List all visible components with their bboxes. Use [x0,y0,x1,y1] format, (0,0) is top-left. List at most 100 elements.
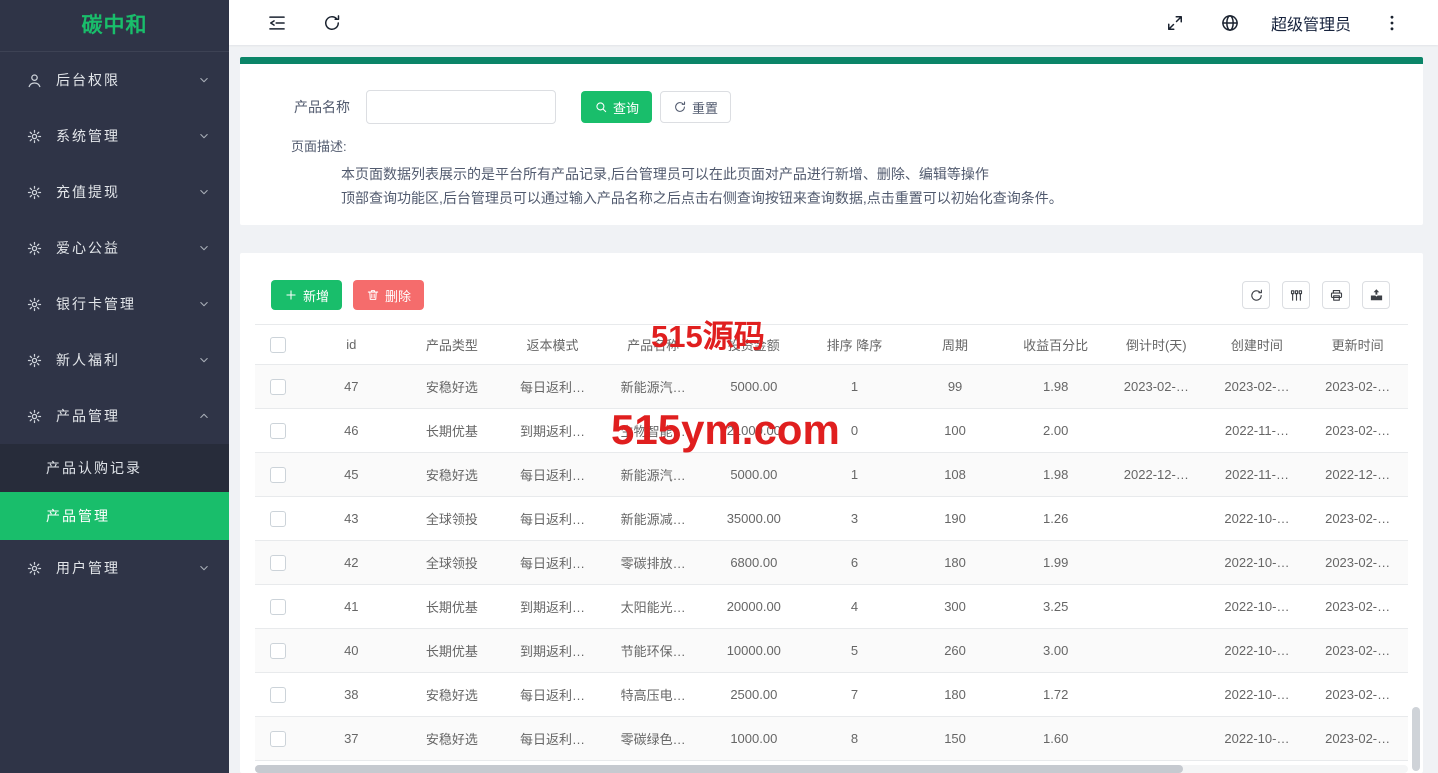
column-header[interactable]: 投资金额 [703,324,805,365]
row-checkbox[interactable] [270,686,286,703]
column-header[interactable]: 返本模式 [502,324,603,365]
cell-sort: 5 [804,628,905,673]
collapse-menu-icon[interactable] [263,9,291,37]
refresh-icon [1249,288,1264,303]
chevron-down-icon [197,185,211,199]
cell-cycle: 180 [904,540,1006,585]
column-header[interactable]: 排序 降序 [804,324,905,365]
row-checkbox[interactable] [270,598,286,615]
sidebar-subitem[interactable]: 产品管理 [0,492,229,540]
sidebar-item-label: 爱心公益 [56,240,120,256]
export-button[interactable] [1362,281,1390,309]
sidebar-item[interactable]: 用户管理 [0,540,229,596]
sidebar-item[interactable]: 产品管理 [0,388,229,444]
fullscreen-icon[interactable] [1161,9,1189,37]
sidebar-item[interactable]: 银行卡管理 [0,276,229,332]
more-vertical-icon[interactable] [1378,9,1406,37]
cell-sort: 4 [804,584,905,629]
table-toolbar: 新增 删除 [240,253,1423,324]
cell-cycle: 300 [904,584,1006,629]
column-header[interactable]: 产品类型 [401,324,503,365]
horizontal-scrollbar-track[interactable] [255,765,1408,773]
cell-updated: 2023-02-… [1307,716,1408,761]
row-checkbox[interactable] [270,466,286,483]
cell-type: 安稳好选 [401,716,503,761]
delete-button[interactable]: 删除 [353,280,425,310]
cell-amount: 1000.00 [703,716,805,761]
column-header[interactable]: 产品名称 [602,324,704,365]
chevron-down-icon [197,297,211,311]
table-row: 41 长期优基 到期返利… 太阳能光… 20000.00 4 300 3.25 2022-10-… [255,584,1408,629]
cell-updated: 2023-02-… [1307,628,1408,673]
sidebar-subitem[interactable]: 产品认购记录 [0,444,229,492]
sidebar-item-label: 后台权限 [56,72,120,88]
table-header-row: id 产品类型 返本模式 产品名称 投资金额 排序 降序 周期 收益百分比 倒计时(天) 创建时间… [255,324,1408,365]
row-checkbox[interactable] [270,642,286,659]
add-button[interactable]: 新增 [271,280,343,310]
column-header[interactable]: 收益百分比 [1005,324,1106,365]
row-checkbox[interactable] [270,554,286,571]
columns-button[interactable] [1282,281,1310,309]
sidebar-item[interactable]: 充值提现 [0,164,229,220]
trash-icon [366,288,380,302]
refresh-icon[interactable] [318,9,346,37]
sidebar-item[interactable]: 爱心公益 [0,220,229,276]
refresh-button[interactable] [1242,281,1270,309]
table-card: 新增 删除 id 产品类型 返本模式 产品名称 投资金额 排序 降序 周期 收益百分比 倒计时(… [240,253,1423,773]
topbar: 超级管理员 [229,0,1438,45]
query-button[interactable]: 查询 [581,91,653,123]
cell-countdown [1106,496,1207,541]
row-checkbox[interactable] [270,730,286,747]
cell-cycle: 100 [904,408,1006,453]
cell-created: 2022-10-… [1206,716,1308,761]
printer-button[interactable] [1322,281,1350,309]
sidebar-item-label: 银行卡管理 [56,296,136,312]
add-button-label: 新增 [303,288,330,304]
sidebar-item[interactable]: 系统管理 [0,108,229,164]
accent-bar [240,57,1423,64]
column-header[interactable]: 周期 [904,324,1006,365]
cell-created: 2023-02-… [1206,364,1308,409]
globe-icon[interactable] [1216,9,1244,37]
cell-mode: 到期返利… [502,628,603,673]
sidebar: 碳中和 后台权限 系统管理 充值提现 爱心公益 银行卡管理 新人福利 产品管理 产品认购记录产… [0,0,229,773]
description-line: 顶部查询功能区,后台管理员可以通过输入产品名称之后点击右侧查询按钮来查询数据,点… [341,190,1063,206]
cell-percent: 1.60 [1005,716,1106,761]
cell-sort: 1 [804,452,905,497]
gear-icon [26,184,43,201]
column-header[interactable]: id [301,324,402,365]
reset-button[interactable]: 重置 [660,91,732,123]
main-area: 超级管理员 产品名称 查询 重置 页面描述: 本页面数据列表展示的是平台所有产品… [229,0,1438,773]
column-header[interactable]: 更新时间 [1307,324,1408,365]
admin-name[interactable]: 超级管理员 [1271,11,1351,35]
sidebar-item[interactable]: 新人福利 [0,332,229,388]
cell-id: 43 [301,496,402,541]
table-row: 45 安稳好选 每日返利… 新能源汽… 5000.00 1 108 1.98 2022-12-…… [255,452,1408,497]
cell-mode: 到期返利… [502,584,603,629]
row-checkbox[interactable] [270,378,286,395]
cell-amount: 6800.00 [703,540,805,585]
cell-percent: 1.98 [1005,452,1106,497]
cell-type: 全球领投 [401,540,503,585]
horizontal-scrollbar-thumb[interactable] [255,765,1184,773]
search-icon [594,100,608,114]
cell-created: 2022-10-… [1206,672,1308,717]
sidebar-item[interactable]: 后台权限 [0,52,229,108]
row-checkbox[interactable] [270,510,286,527]
cell-mode: 每日返利… [502,364,603,409]
select-all-checkbox[interactable] [270,336,286,353]
cell-id: 46 [301,408,402,453]
column-header[interactable]: 倒计时(天) [1106,324,1207,365]
table-row: 42 全球领投 每日返利… 零碳排放… 6800.00 6 180 1.99 2022-10-…… [255,540,1408,585]
description-line: 本页面数据列表展示的是平台所有产品记录,后台管理员可以在此页面对产品进行新增、删… [341,166,989,182]
cell-type: 全球领投 [401,496,503,541]
chevron-down-icon [197,353,211,367]
table-body: 47 安稳好选 每日返利… 新能源汽… 5000.00 1 99 1.98 2023-02-… 2… [255,364,1408,761]
cell-created: 2022-10-… [1206,496,1308,541]
row-checkbox[interactable] [270,422,286,439]
column-header[interactable]: 创建时间 [1206,324,1308,365]
vertical-scrollbar[interactable] [1412,707,1420,771]
product-name-input[interactable] [366,90,556,124]
cell-percent: 1.72 [1005,672,1106,717]
cell-type: 长期优基 [401,628,503,673]
